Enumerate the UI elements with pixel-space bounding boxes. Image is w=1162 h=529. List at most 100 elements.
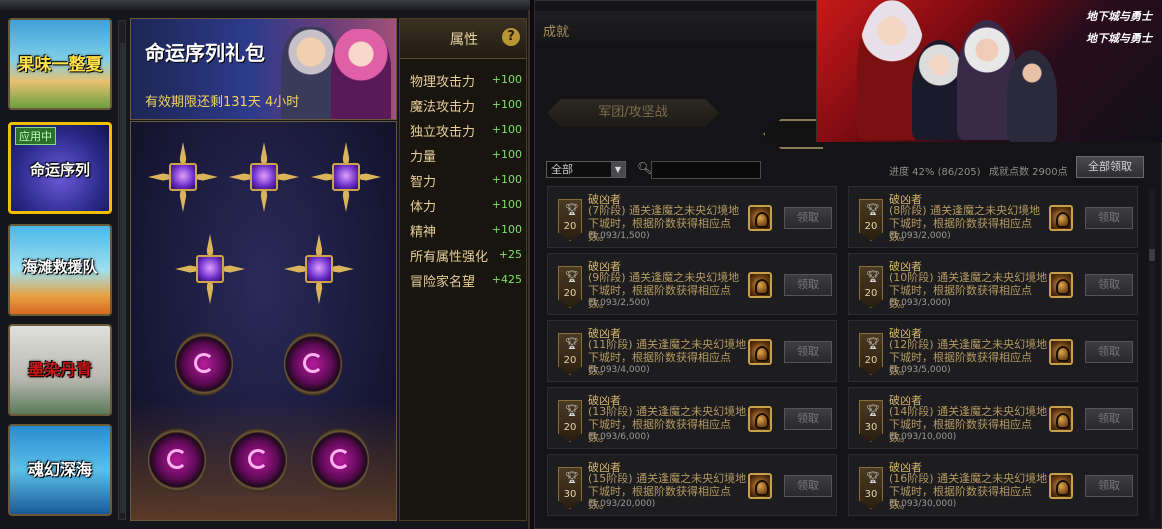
- tab-legion-raid[interactable]: 军团/攻坚战: [547, 99, 719, 127]
- package-list-scrollbar[interactable]: [118, 20, 126, 520]
- trophy-icon: 🏆︎: [565, 471, 579, 484]
- star-slot[interactable]: [148, 142, 218, 212]
- scrollbar-thumb[interactable]: [1149, 249, 1155, 261]
- trophy-badge: 🏆︎ 30: [859, 467, 883, 509]
- claim-button[interactable]: 领取: [784, 475, 832, 497]
- left-window-titlebar: [0, 0, 530, 10]
- claim-button[interactable]: 领取: [1085, 408, 1133, 430]
- reward-item-icon[interactable]: [748, 473, 772, 499]
- attribute-row: 冒险家名望 +425: [410, 271, 522, 291]
- trophy-icon: 🏆︎: [565, 203, 579, 216]
- star-slot[interactable]: [229, 142, 299, 212]
- claim-button[interactable]: 领取: [1085, 341, 1133, 363]
- package-title: 命运序列礼包: [145, 41, 265, 65]
- achievement-progress-count: (1,093/1,500): [588, 231, 650, 241]
- attribute-row: 智力 +100: [410, 171, 522, 191]
- claim-button[interactable]: 领取: [784, 207, 832, 229]
- reward-item-icon[interactable]: [748, 272, 772, 298]
- attribute-row: 魔法攻击力 +100: [410, 96, 522, 116]
- search-icon: 🔍︎: [637, 161, 653, 175]
- scrollbar-thumb[interactable]: [120, 43, 125, 513]
- trophy-badge: 🏆︎ 20: [859, 333, 883, 375]
- emblem-slot[interactable]: [284, 332, 342, 396]
- package-label: 果味一整夏: [17, 55, 103, 75]
- achievement-card: 🏆︎ 20 破凶者 (10阶段) 通关逢魔之未央幻境地下城时，根据阶数获得相应点数…: [848, 253, 1138, 315]
- attribute-header: 属性 ?: [400, 19, 526, 59]
- trophy-badge: 🏆︎ 20: [859, 199, 883, 241]
- package-label: 命运序列: [29, 161, 90, 179]
- achievement-card: 🏆︎ 20 破凶者 (8阶段) 通关逢魔之未央幻境地下城时，根据阶数获得相应点数。…: [848, 186, 1138, 248]
- star-slot[interactable]: [175, 234, 245, 304]
- attribute-name: 冒险家名望: [410, 275, 476, 290]
- character-art: [1007, 50, 1057, 142]
- claim-button[interactable]: 领取: [1085, 207, 1133, 229]
- moon-emblem-icon: [330, 449, 350, 469]
- emblem-slot[interactable]: [175, 332, 233, 396]
- claim-button[interactable]: 领取: [784, 274, 832, 296]
- attribute-title: 属性: [450, 32, 478, 48]
- attribute-name: 力量: [410, 150, 437, 165]
- package-item[interactable]: 果味一整夏: [8, 18, 112, 110]
- achievement-points: 成就点数 2900点: [989, 167, 1068, 178]
- reward-item-icon[interactable]: [748, 406, 772, 432]
- attribute-value: +100: [491, 148, 522, 161]
- emblem-slot[interactable]: [229, 428, 287, 492]
- attribute-row: 精神 +100: [410, 221, 522, 241]
- reward-item-icon[interactable]: [1049, 339, 1073, 365]
- package-item[interactable]: 魂幻深海: [8, 424, 112, 516]
- package-item-active[interactable]: 应用中 命运序列: [8, 122, 112, 214]
- claim-button[interactable]: 领取: [1085, 274, 1133, 296]
- package-list: 果味一整夏 应用中 命运序列 海滩救援队 墨染丹青 魂幻深海: [4, 18, 116, 523]
- trophy-badge: 🏆︎ 20: [558, 400, 582, 442]
- claim-button[interactable]: 领取: [784, 341, 832, 363]
- star-slot[interactable]: [284, 234, 354, 304]
- reward-item-icon[interactable]: [1049, 272, 1073, 298]
- achievement-title: 成就: [543, 25, 570, 40]
- promo-artwork: 地下城与勇士 地下城与勇士: [816, 0, 1162, 142]
- attribute-value: +425: [491, 273, 522, 286]
- character-art: [331, 29, 391, 119]
- achievement-progress-count: (1,093/3,000): [889, 298, 951, 308]
- emblem-slot[interactable]: [311, 428, 369, 492]
- chevron-down-icon[interactable]: ▼: [611, 162, 625, 177]
- trophy-badge: 🏆︎ 30: [558, 467, 582, 509]
- emblem-slot[interactable]: [148, 428, 206, 492]
- trophy-icon: 🏆︎: [866, 404, 880, 417]
- moon-gem-icon: [196, 255, 224, 283]
- moon-emblem-icon: [167, 449, 187, 469]
- avatar-package-window: 果味一整夏 应用中 命运序列 海滩救援队 墨染丹青 魂幻深海 命运序列礼包 有效…: [0, 0, 530, 529]
- trophy-icon: 🏆︎: [866, 337, 880, 350]
- achievement-card: 🏆︎ 30 破凶者 (16阶段) 通关逢魔之未央幻境地下城时，根据阶数获得相应点数…: [848, 454, 1138, 516]
- achievement-progress: 进度 42% (86/205): [889, 167, 981, 178]
- claim-button[interactable]: 领取: [784, 408, 832, 430]
- help-icon[interactable]: ?: [502, 28, 520, 46]
- game-logo: 地下城与勇士: [1086, 32, 1152, 45]
- reward-item-icon[interactable]: [1049, 406, 1073, 432]
- reward-item-icon[interactable]: [1049, 473, 1073, 499]
- claim-button[interactable]: 领取: [1085, 475, 1133, 497]
- attribute-row: 物理攻击力 +100: [410, 71, 522, 91]
- category-filter-select[interactable]: 全部 ▼: [546, 161, 626, 178]
- attribute-value: +100: [491, 223, 522, 236]
- achievement-progress-count: (1,093/5,000): [889, 365, 951, 375]
- claim-all-button[interactable]: 全部领取: [1076, 156, 1144, 178]
- reward-item-icon[interactable]: [748, 205, 772, 231]
- trophy-icon: 🏆︎: [565, 337, 579, 350]
- search-input[interactable]: [651, 161, 761, 179]
- achievement-card: 🏆︎ 20 破凶者 (9阶段) 通关逢魔之未央幻境地下城时，根据阶数获得相应点数。…: [547, 253, 837, 315]
- trophy-badge: 🏆︎ 20: [558, 199, 582, 241]
- attribute-name: 魔法攻击力: [410, 100, 476, 115]
- moon-emblem-icon: [194, 353, 214, 373]
- achievement-card: 🏆︎ 30 破凶者 (15阶段) 通关逢魔之未央幻境地下城时，根据阶数获得相应点数…: [547, 454, 837, 516]
- package-item[interactable]: 墨染丹青: [8, 324, 112, 416]
- package-item[interactable]: 海滩救援队: [8, 224, 112, 316]
- achievement-card: 🏆︎ 20 破凶者 (7阶段) 通关逢魔之未央幻境地下城时，根据阶数获得相应点数。…: [547, 186, 837, 248]
- attribute-name: 精神: [410, 225, 437, 240]
- attribute-panel: 属性 ? 物理攻击力 +100 魔法攻击力 +100 独立攻击力 +100 力量 +10…: [399, 18, 527, 521]
- reward-item-icon[interactable]: [1049, 205, 1073, 231]
- reward-item-icon[interactable]: [748, 339, 772, 365]
- tab-active[interactable]: [763, 119, 823, 149]
- achievement-scrollbar[interactable]: [1149, 189, 1155, 519]
- star-slot[interactable]: [311, 142, 381, 212]
- moon-gem-icon: [332, 163, 360, 191]
